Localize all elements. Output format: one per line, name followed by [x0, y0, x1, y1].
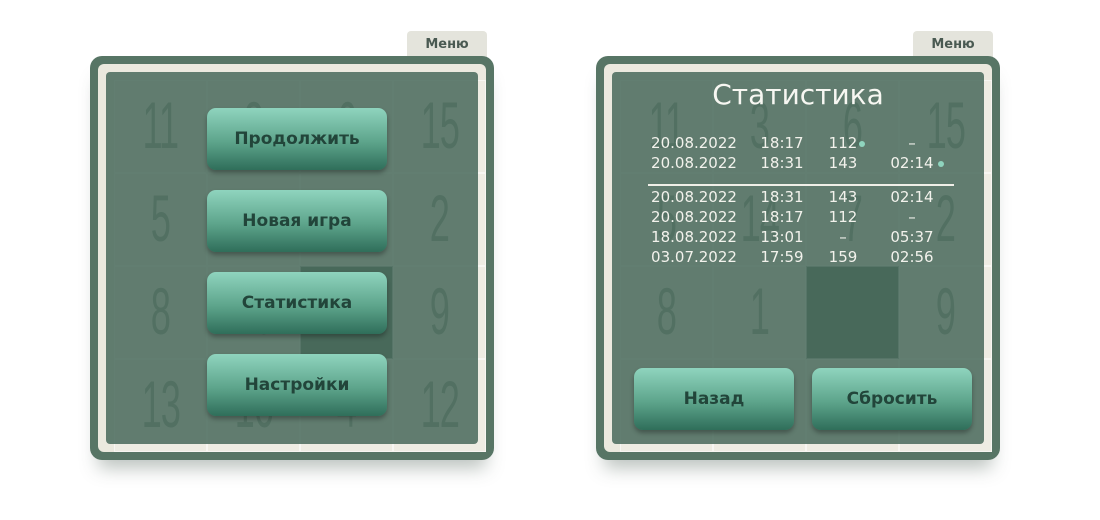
- duration-cell: 02:14: [890, 188, 934, 206]
- duration-cell: –: [908, 134, 916, 152]
- stats-divider: [648, 184, 954, 186]
- moves-cell: 143: [828, 188, 858, 206]
- continue-button[interactable]: Продолжить: [207, 108, 387, 170]
- time-cell: 18:17: [760, 134, 804, 152]
- duration-cell: –: [908, 208, 916, 226]
- statistics-title: Статистика: [712, 78, 884, 111]
- history-row: 03.07.2022 17:59 159 02:56: [612, 248, 984, 268]
- menu-tab[interactable]: Меню: [913, 31, 993, 57]
- moves-cell: 143: [828, 154, 858, 172]
- date-cell: 20.08.2022: [651, 154, 737, 172]
- reset-button[interactable]: Сбросить: [812, 368, 972, 430]
- settings-button[interactable]: Настройки: [207, 354, 387, 416]
- game-panel-statistics: 113615514728191316412 Статистика 20.08.2…: [596, 56, 1000, 460]
- date-cell: 20.08.2022: [651, 134, 737, 152]
- best-moves-marker-icon: [859, 141, 865, 147]
- time-cell: 17:59: [760, 248, 804, 266]
- date-cell: 18.08.2022: [651, 228, 737, 246]
- moves-cell: –: [839, 228, 847, 246]
- time-cell: 18:17: [760, 208, 804, 226]
- menu-tab[interactable]: Меню: [407, 31, 487, 57]
- history-row: 18.08.2022 13:01 – 05:37: [612, 228, 984, 248]
- best-time-marker-icon: [938, 161, 944, 167]
- time-cell: 18:31: [760, 188, 804, 206]
- duration-cell: 02:56: [890, 248, 934, 266]
- history-row: 20.08.2022 18:31 143 02:14: [612, 188, 984, 208]
- duration-cell: 05:37: [890, 228, 934, 246]
- date-cell: 20.08.2022: [651, 188, 737, 206]
- history-row: 20.08.2022 18:17 112 –: [612, 208, 984, 228]
- time-cell: 18:31: [760, 154, 804, 172]
- best-moves-row: 20.08.2022 18:17 112 –: [612, 134, 984, 154]
- date-cell: 03.07.2022: [651, 248, 737, 266]
- duration-cell: 02:14: [890, 154, 934, 172]
- back-button[interactable]: Назад: [634, 368, 794, 430]
- moves-cell: 112: [828, 208, 858, 226]
- best-time-row: 20.08.2022 18:31 143 02:14: [612, 154, 984, 174]
- date-cell: 20.08.2022: [651, 208, 737, 226]
- moves-cell: 159: [828, 248, 858, 266]
- statistics-button[interactable]: Статистика: [207, 272, 387, 334]
- game-panel-menu: 1136155147281091316412 Продолжить Новая …: [90, 56, 494, 460]
- time-cell: 13:01: [760, 228, 804, 246]
- new-game-button[interactable]: Новая игра: [207, 190, 387, 252]
